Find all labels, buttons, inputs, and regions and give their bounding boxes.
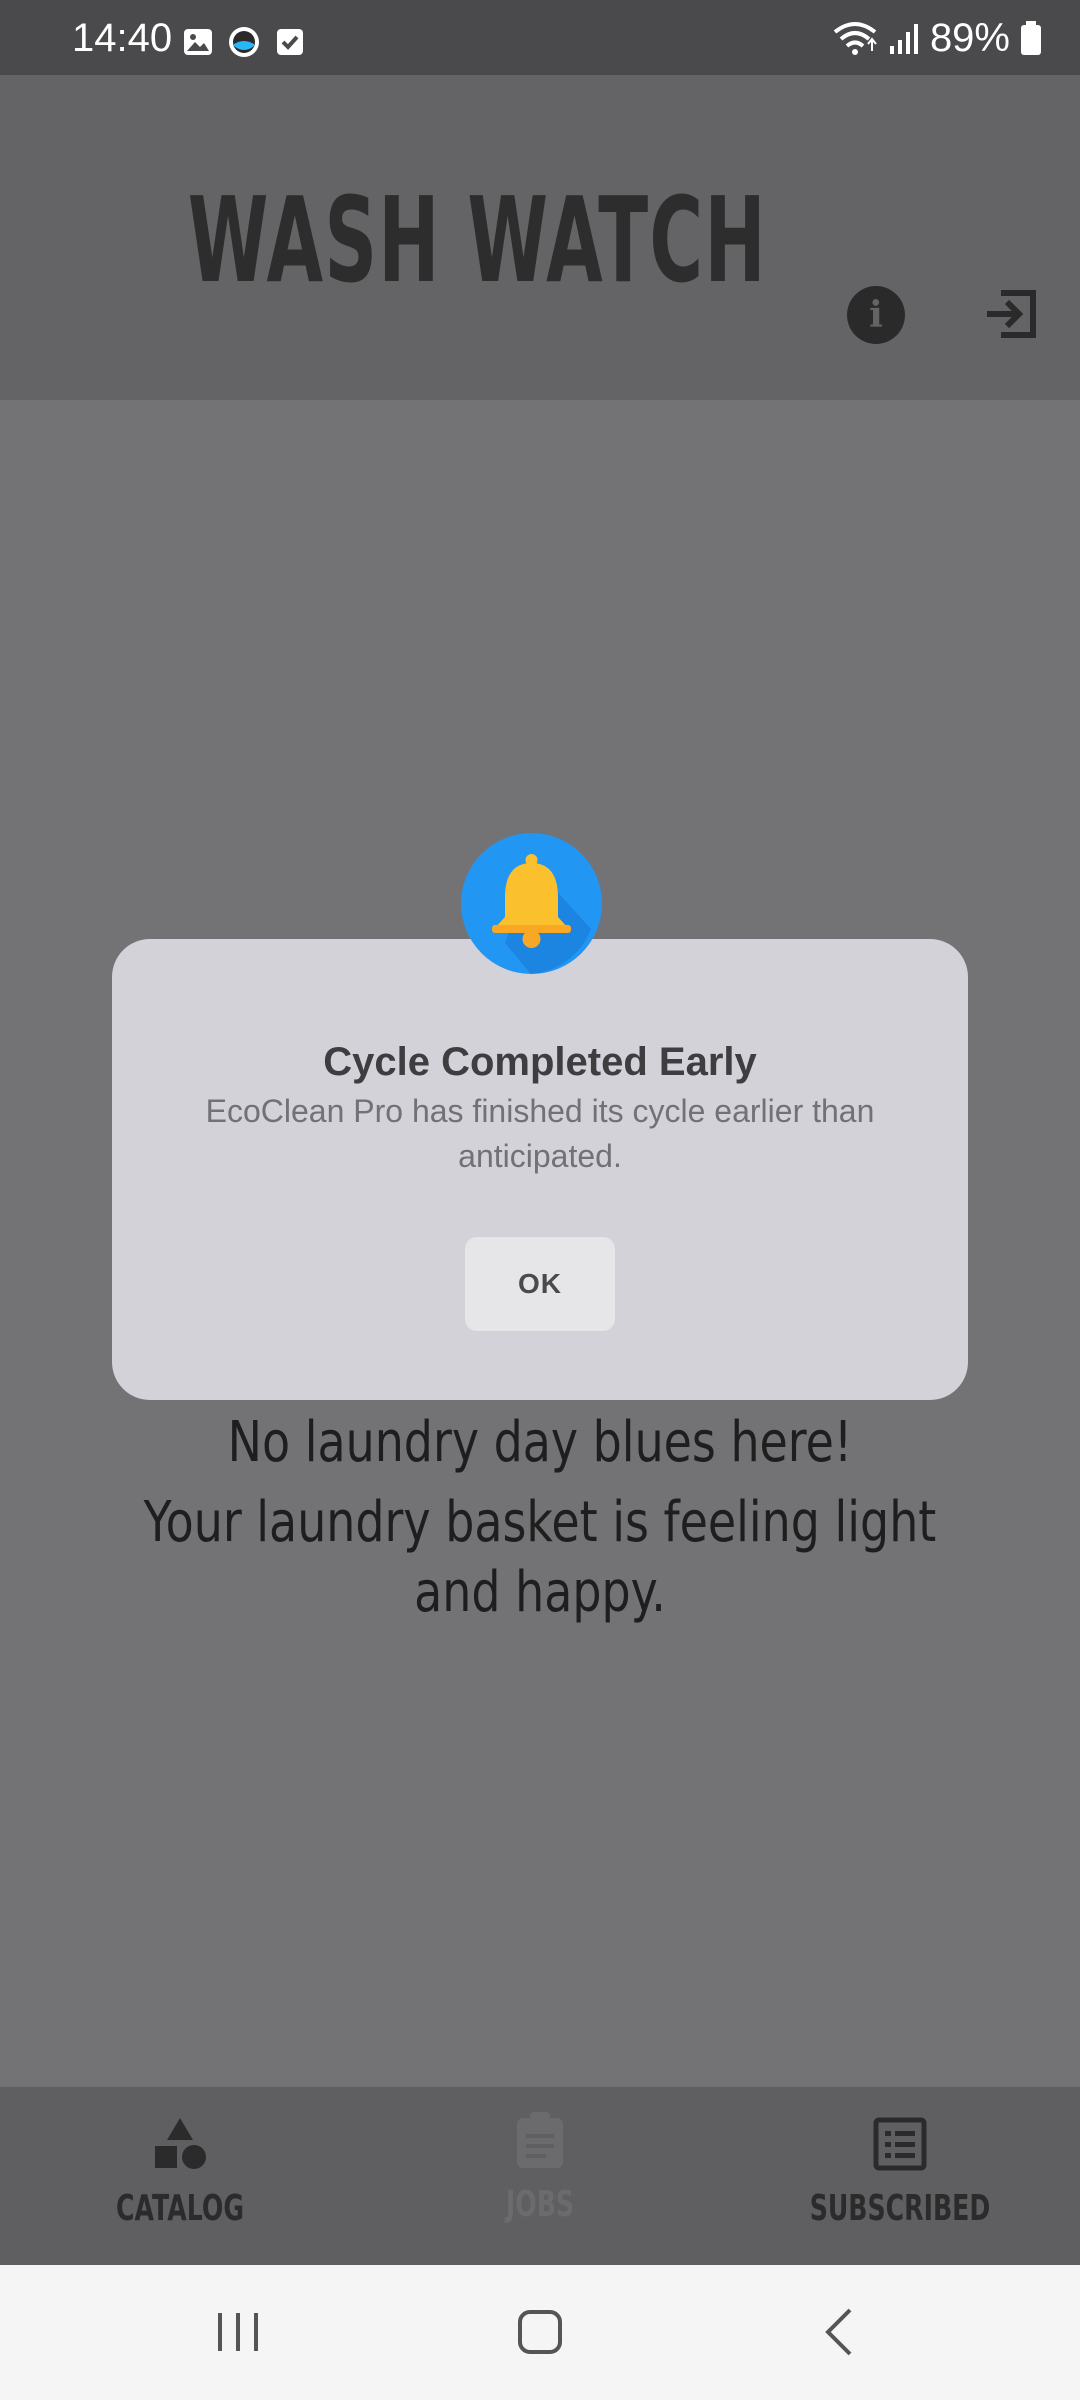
bell-icon	[461, 833, 602, 974]
signal-icon	[889, 24, 918, 54]
app-icon	[229, 27, 259, 57]
battery-percentage: 89%	[929, 16, 1010, 60]
shapes-icon	[155, 2118, 206, 2169]
back-icon[interactable]	[782, 2265, 902, 2400]
nav-label-subscribed: SUBSCRIBED	[809, 2188, 991, 2229]
nav-item-subscribed[interactable]: SUBSCRIBED	[720, 2087, 1080, 2265]
check-icon	[277, 29, 303, 55]
nav-item-catalog[interactable]: CATALOG	[0, 2087, 360, 2265]
battery-icon	[1021, 21, 1041, 55]
info-icon[interactable]: i	[847, 286, 905, 344]
empty-state-line-1: No laundry day blues here!	[227, 1410, 853, 1475]
nav-item-jobs[interactable]: JOBS	[360, 2087, 720, 2265]
status-time: 14:40	[72, 16, 173, 60]
dialog-message: EcoClean Pro has finished its cycle earl…	[205, 1093, 875, 1174]
image-icon	[184, 29, 212, 55]
empty-state-line-2: Your laundry basket is feeling light and…	[143, 1490, 937, 1625]
app-title: WASH WATCH	[187, 171, 767, 309]
home-icon[interactable]	[480, 2265, 600, 2400]
bottom-nav: CATALOG JOBS SUBSCRIBED	[0, 2087, 1080, 2265]
recent-apps-icon[interactable]	[178, 2265, 298, 2400]
logout-icon[interactable]	[983, 285, 1041, 343]
dialog-title: Cycle Completed Early	[323, 1040, 757, 1084]
wifi-icon	[833, 22, 877, 55]
system-nav-bar	[0, 2265, 1080, 2400]
status-bar: 14:40 89%	[0, 0, 1080, 75]
list-icon	[873, 2117, 927, 2171]
app-header: WASH WATCH i	[0, 75, 1080, 400]
nav-label-catalog: CATALOG	[115, 2188, 245, 2229]
clipboard-icon	[517, 2112, 563, 2168]
ok-button[interactable]: OK	[465, 1237, 615, 1331]
nav-label-jobs: JOBS	[505, 2184, 575, 2225]
notification-dialog: Cycle Completed Early EcoClean Pro has f…	[112, 939, 968, 1400]
